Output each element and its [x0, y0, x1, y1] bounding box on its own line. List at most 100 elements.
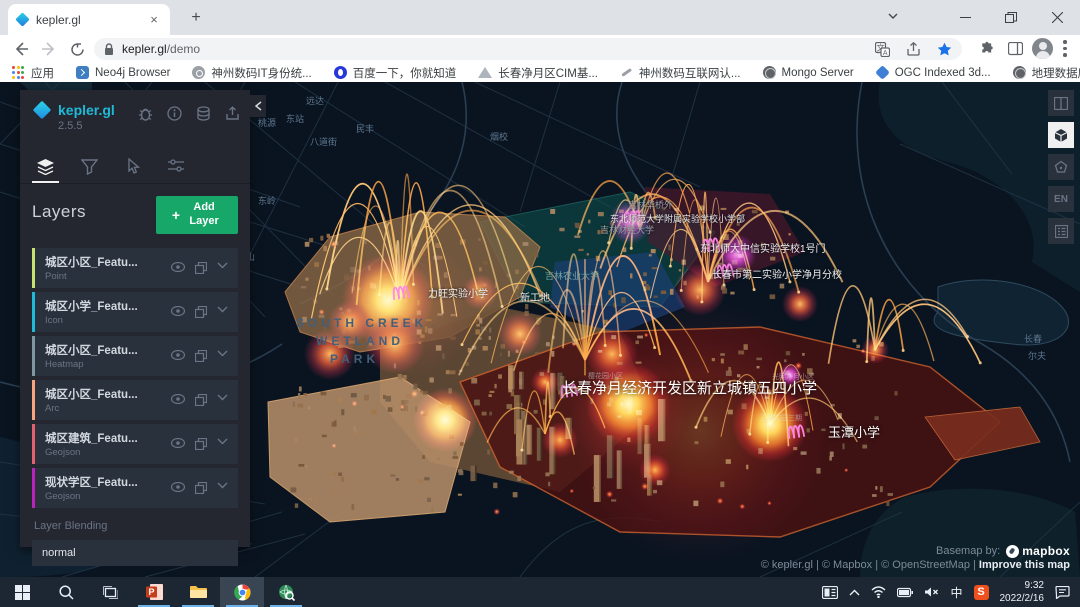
taskbar-powerpoint[interactable]: P	[132, 577, 176, 607]
layer-type: Arc	[45, 403, 171, 414]
system-clock[interactable]: 9:32 2022/2/16	[1000, 579, 1045, 605]
bookmark-label: 神州数码IT身份统...	[211, 65, 311, 81]
visibility-eye-icon[interactable]	[171, 482, 185, 492]
taskbar-chrome[interactable]	[220, 577, 264, 607]
desktop: { "browser": { "tab_title": "kepler.gl",…	[0, 0, 1080, 607]
bookmark-item[interactable]: 百度一下，你就知道	[334, 65, 457, 81]
tab-layers[interactable]	[36, 158, 55, 183]
bookmark-item[interactable]: Mongo Server	[763, 66, 854, 79]
wifi-icon[interactable]	[871, 586, 886, 598]
chevron-down-icon[interactable]	[217, 262, 228, 269]
kepler-version: 2.5.5	[58, 120, 238, 132]
layer-item[interactable]: 城区小区_Featu...Heatmap	[32, 336, 238, 376]
map-credits[interactable]: © kepler.gl | © Mapbox | © OpenStreetMap…	[761, 559, 979, 571]
visibility-eye-icon[interactable]	[171, 350, 185, 360]
toggle-3d-button[interactable]	[1048, 122, 1074, 148]
export-share-icon[interactable]	[225, 106, 240, 121]
new-tab-button[interactable]: +	[186, 8, 206, 28]
duplicate-layer-icon[interactable]	[195, 350, 207, 362]
layer-name: 城区小区_Featu...	[45, 386, 171, 402]
bug-report-icon[interactable]	[138, 106, 153, 121]
chevron-down-icon[interactable]	[217, 482, 228, 489]
bookmark-item[interactable]: OGC Indexed 3d...	[876, 66, 991, 79]
panel-collapse-button[interactable]	[250, 95, 266, 117]
window-close-button[interactable]	[1034, 0, 1080, 35]
volume-muted-icon[interactable]	[924, 586, 939, 598]
chevron-down-icon[interactable]	[217, 438, 228, 445]
layer-name: 城区小学_Featu...	[45, 298, 171, 314]
kepler-brand: kepler.gl	[58, 102, 115, 118]
layer-accent-bar	[32, 380, 35, 420]
browser-menu-icon[interactable]	[1063, 40, 1067, 60]
layer-type: Heatmap	[45, 359, 171, 370]
layer-item[interactable]: 现状学区_Featu...Geojson	[32, 468, 238, 508]
window-restore-button[interactable]	[988, 0, 1034, 35]
tab-interactions[interactable]	[124, 158, 141, 183]
bookmark-item[interactable]: 地理数据库管理—...	[1013, 65, 1080, 81]
mapbox-logo[interactable]: mapbox	[1006, 544, 1070, 558]
improve-map-link[interactable]: Improve this map	[979, 559, 1070, 571]
tray-expand-chevron-icon[interactable]	[849, 589, 860, 596]
add-layer-button[interactable]: + Add Layer	[156, 196, 238, 234]
translate-icon[interactable]: 文A	[875, 42, 890, 57]
share-icon[interactable]	[906, 42, 921, 56]
chevron-down-icon[interactable]	[217, 306, 228, 313]
layer-item[interactable]: 城区小区_Featu...Point	[32, 248, 238, 288]
window-minimize-button[interactable]	[942, 0, 988, 35]
back-button[interactable]	[12, 40, 30, 58]
draw-polygon-button[interactable]	[1048, 154, 1074, 180]
bookmark-item[interactable]: 长春净月区CIM基...	[478, 65, 598, 81]
address-bar[interactable]: kepler.gl/demo 文A	[94, 38, 962, 60]
duplicate-layer-icon[interactable]	[195, 262, 207, 274]
layer-type: Point	[45, 271, 171, 282]
split-map-button[interactable]	[1048, 90, 1074, 116]
ime-indicator[interactable]: 中	[950, 584, 962, 601]
visibility-eye-icon[interactable]	[171, 438, 185, 448]
news-widget-icon[interactable]	[822, 586, 838, 599]
apps-shortcut[interactable]: 应用	[12, 65, 54, 81]
layer-item[interactable]: 城区小学_Featu...Icon	[32, 292, 238, 332]
duplicate-layer-icon[interactable]	[195, 482, 207, 494]
duplicate-layer-icon[interactable]	[195, 394, 207, 406]
visibility-eye-icon[interactable]	[171, 262, 185, 272]
layer-blending-select[interactable]: normal	[32, 540, 238, 566]
bookmark-item[interactable]: 神州数码互联网认...	[620, 65, 741, 81]
bookmark-label: OGC Indexed 3d...	[895, 67, 991, 79]
bookmark-label: Mongo Server	[782, 67, 854, 79]
map-canvas[interactable]: 远达东站桃源民丰八道街烟校东岭张家山SOUTH CREEKWETLANDPARK…	[0, 82, 1080, 577]
battery-icon[interactable]	[897, 587, 913, 598]
visibility-eye-icon[interactable]	[171, 306, 185, 316]
tab-basemap[interactable]	[167, 158, 185, 183]
task-view-button[interactable]	[88, 577, 132, 607]
docs-info-icon[interactable]	[167, 106, 182, 121]
bookmark-star-icon[interactable]	[937, 42, 952, 57]
taskbar-search-button[interactable]	[44, 577, 88, 607]
data-table-icon[interactable]	[196, 106, 211, 121]
tab-search-chevron-icon[interactable]	[888, 11, 898, 23]
side-panel-icon[interactable]	[1006, 40, 1024, 58]
tab-close-icon[interactable]: ×	[146, 12, 162, 27]
layer-item[interactable]: 城区小区_Featu...Arc	[32, 380, 238, 420]
layer-item[interactable]: 城区建筑_Featu...Geojson	[32, 424, 238, 464]
visibility-eye-icon[interactable]	[171, 394, 185, 404]
start-button[interactable]	[0, 577, 44, 607]
bookmark-item[interactable]: 神州数码IT身份统...	[192, 65, 311, 81]
duplicate-layer-icon[interactable]	[195, 438, 207, 450]
taskbar-file-explorer[interactable]	[176, 577, 220, 607]
browser-tab[interactable]: kepler.gl ×	[8, 4, 170, 35]
chevron-down-icon[interactable]	[217, 350, 228, 357]
profile-avatar[interactable]	[1032, 38, 1053, 59]
layer-name: 城区小区_Featu...	[45, 342, 171, 358]
taskbar-gis-app[interactable]	[264, 577, 308, 607]
legend-button[interactable]	[1048, 218, 1074, 244]
notification-center-icon[interactable]	[1055, 586, 1070, 599]
bookmark-item[interactable]: Neo4j Browser	[76, 66, 170, 79]
duplicate-layer-icon[interactable]	[195, 306, 207, 318]
tab-filters[interactable]	[81, 158, 98, 183]
sogou-input-icon[interactable]: S	[974, 585, 989, 600]
locale-button[interactable]: EN	[1048, 186, 1074, 212]
extensions-puzzle-icon[interactable]	[978, 40, 996, 58]
reload-button[interactable]	[68, 40, 86, 58]
forward-button[interactable]	[40, 40, 58, 58]
chevron-down-icon[interactable]	[217, 394, 228, 401]
